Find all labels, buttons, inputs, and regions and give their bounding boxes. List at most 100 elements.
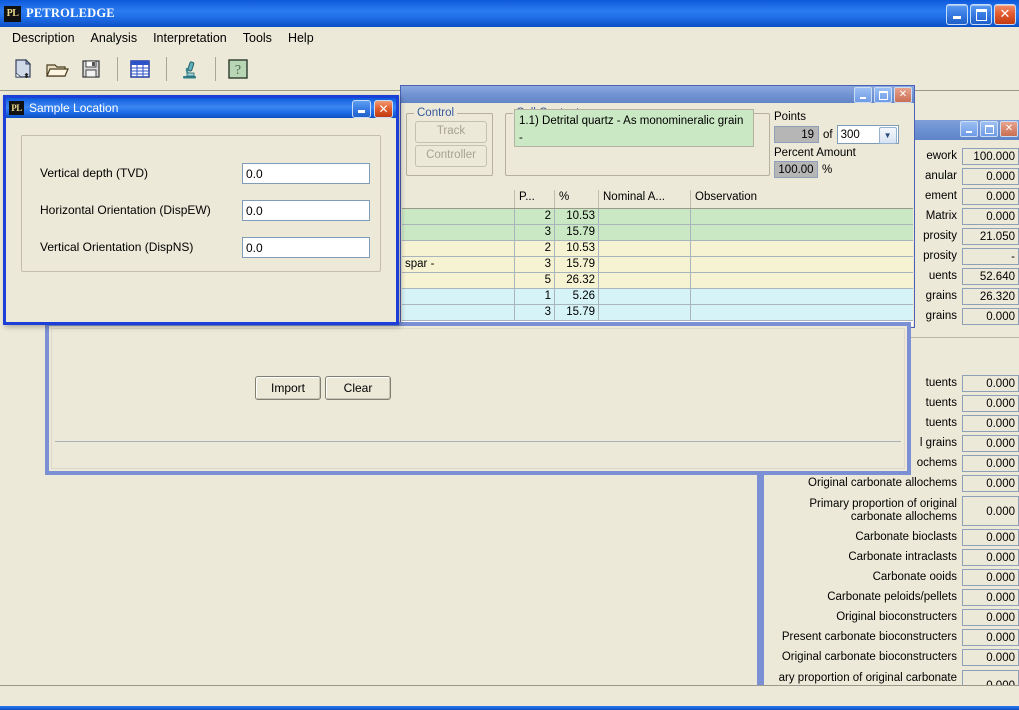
points-total-value: 300 [840,128,860,141]
table-row[interactable]: 3 15.79 [402,225,913,241]
column-header-percent[interactable]: % [555,190,599,208]
dialog-close-button[interactable]: ✕ [374,100,393,118]
table-row[interactable]: spar - 3 15.79 [402,257,913,273]
app-title: PETROLEDGE [26,6,115,20]
chevron-down-icon[interactable]: ▼ [878,127,897,144]
table-row[interactable]: 2 10.53 [402,209,913,225]
column-header-nominal[interactable]: Nominal A... [599,190,691,208]
result-value[interactable]: 21.050 [962,228,1019,245]
result-value[interactable]: 0.000 [962,569,1019,586]
pc-minimize-button[interactable] [854,87,872,103]
result-value[interactable]: 0.000 [962,495,1019,526]
microscope-button[interactable] [174,54,204,84]
cell-nominal [599,305,691,320]
help-button[interactable]: ? [223,54,253,84]
result-value[interactable]: 100.000 [962,148,1019,165]
cell-observation [691,257,909,272]
menu-item-interpretation[interactable]: Interpretation [145,29,235,47]
result-value[interactable]: - [962,248,1019,265]
column-header-name[interactable] [402,190,515,208]
status-bar [0,685,1019,710]
track-button[interactable]: Track [415,121,487,143]
point-count-table: P... % Nominal A... Observation 2 10.53 … [402,190,913,326]
minimize-icon [358,110,365,113]
blank-child-window-divider [55,441,901,442]
result-value[interactable]: 0.000 [962,475,1019,492]
open-folder-button[interactable] [42,54,72,84]
percent-amount-label: Percent Amount [774,147,856,159]
result-value[interactable]: 0.000 [962,455,1019,472]
minimize-button[interactable] [946,4,968,25]
new-document-button[interactable] [8,54,38,84]
menu-item-description[interactable]: Description [4,29,83,47]
minimize-icon [860,96,866,99]
blank-child-window[interactable] [45,322,911,475]
result-row: Present carbonate bioconstructers 0.000 [764,628,1019,647]
column-header-observation[interactable]: Observation [691,190,909,208]
menu-item-help[interactable]: Help [280,29,322,47]
table-row[interactable]: 3 15.79 [402,305,913,321]
cell-observation [691,273,909,288]
results-close-button[interactable]: ✕ [1000,121,1018,137]
field-row-dispew: Horizontal Orientation (DispEW) 0.0 [22,198,382,222]
result-value[interactable]: 0.000 [962,549,1019,566]
points-total-combobox[interactable]: 300 ▼ [836,125,899,144]
result-value[interactable]: 0.000 [962,629,1019,646]
input-vertical-orientation[interactable]: 0.0 [242,236,370,258]
result-value[interactable]: 0.000 [962,308,1019,325]
table-grid-button[interactable] [125,54,155,84]
result-value[interactable]: 0.000 [962,415,1019,432]
cell-content-text[interactable]: 1.1) Detrital quartz - As monomineralic … [514,109,754,147]
import-button[interactable]: Import [255,376,321,400]
results-minimize-button[interactable] [960,121,978,137]
toolbar-separator [215,57,216,81]
controller-button[interactable]: Controller [415,145,487,167]
cell-name [402,289,515,304]
result-value[interactable]: 0.000 [962,208,1019,225]
clear-button[interactable]: Clear [325,376,391,400]
table-row[interactable]: 1 5.26 [402,289,913,305]
result-value[interactable]: 52.640 [962,268,1019,285]
save-button[interactable] [76,54,106,84]
app-logo-icon: PL [4,5,21,22]
cell-percent: 26.32 [555,273,599,288]
close-icon: ✕ [898,89,908,100]
result-value[interactable]: 0.000 [962,435,1019,452]
minimize-icon [966,130,972,133]
close-icon: ✕ [1004,123,1014,134]
result-value[interactable]: 0.000 [962,529,1019,546]
column-header-points[interactable]: P... [515,190,555,208]
table-row[interactable]: 2 10.53 [402,241,913,257]
menu-item-tools[interactable]: Tools [235,29,280,47]
pc-maximize-button[interactable] [874,87,892,103]
result-label: ary proportion of original carbonate bio… [778,672,957,685]
maximize-button[interactable] [970,4,992,25]
table-row[interactable]: 5 26.32 [402,273,913,289]
result-row: Original carbonate allochems 0.000 [764,474,1019,493]
close-icon: ✕ [999,7,1011,22]
result-value[interactable]: 0.000 [962,395,1019,412]
result-value[interactable]: 0.000 [962,669,1019,685]
result-value[interactable]: 0.000 [962,649,1019,666]
close-button[interactable]: ✕ [994,4,1016,25]
input-vertical-depth[interactable]: 0.0 [242,162,370,184]
result-value[interactable]: 0.000 [962,609,1019,626]
pc-close-button[interactable]: ✕ [894,87,912,103]
field-row-dispns: Vertical Orientation (DispNS) 0.0 [22,235,382,259]
result-value[interactable]: 0.000 [962,168,1019,185]
result-value[interactable]: 0.000 [962,375,1019,392]
cell-points: 5 [515,273,555,288]
dialog-minimize-button[interactable] [352,100,371,118]
menu-item-analysis[interactable]: Analysis [83,29,146,47]
result-value[interactable]: 0.000 [962,589,1019,606]
result-label: Carbonate bioclasts [855,531,957,544]
status-bar-accent [0,706,1019,710]
results-maximize-button[interactable] [980,121,998,137]
result-value[interactable]: 26.320 [962,288,1019,305]
maximize-icon [975,8,987,21]
table-header-row: P... % Nominal A... Observation [402,190,913,209]
result-row: Carbonate ooids 0.000 [764,568,1019,587]
result-value[interactable]: 0.000 [962,188,1019,205]
input-horizontal-orientation[interactable]: 0.0 [242,199,370,221]
cell-nominal [599,257,691,272]
